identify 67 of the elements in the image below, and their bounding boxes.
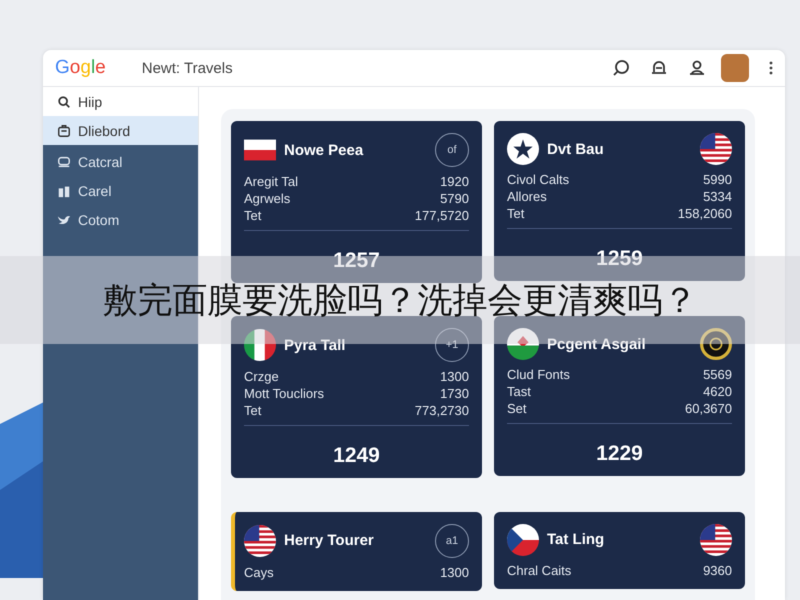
stat-value: 5569 xyxy=(703,366,732,384)
sidebar-item[interactable]: Dliebord xyxy=(43,116,198,145)
stat-label: Crzge xyxy=(244,368,279,386)
search-icon xyxy=(57,94,71,108)
flag-icon xyxy=(244,524,276,557)
sidebar-item[interactable]: Carel xyxy=(43,176,198,205)
flag-icon xyxy=(700,133,732,165)
stat-label: Aregit Tal xyxy=(244,173,298,190)
count-badge: a1 xyxy=(435,524,469,558)
stat-value: 158,2060 xyxy=(678,205,732,222)
flag-icon xyxy=(507,328,539,360)
stat-label: Tet xyxy=(507,205,524,222)
page-title: Newt: Travels xyxy=(142,60,233,76)
stat-value: 5790 xyxy=(440,190,469,207)
card-title: Dvt Bau xyxy=(547,140,605,158)
briefcase-icon xyxy=(57,124,71,138)
emblem-icon xyxy=(700,328,732,360)
stat-label: Chral Caits xyxy=(507,562,572,579)
buildings-icon xyxy=(57,184,71,198)
card-total: 1249 xyxy=(332,444,381,468)
stat-label: Clud Fonts xyxy=(507,366,570,384)
stat-label: Cays xyxy=(244,564,274,581)
stat-label: Tet xyxy=(244,402,262,420)
stat-label: Agrwels xyxy=(244,190,290,207)
logo[interactable]: Gogle xyxy=(55,57,106,79)
sidebar-item[interactable]: Hiip xyxy=(43,87,198,116)
stat-value: 5990 xyxy=(703,171,732,188)
card-title: Pyra Tall xyxy=(284,336,346,354)
team-card[interactable]: Nowe Peea of Aregit Tal 1920 Agrwels 5790 Tet 177,5720 1257 xyxy=(231,121,482,283)
card-title: Herry Tourer xyxy=(284,532,375,550)
stat-value: 9360 xyxy=(703,562,732,579)
stat-label: Civol Calts xyxy=(507,171,570,188)
stack-icon xyxy=(57,154,71,168)
stat-value: 773,2730 xyxy=(414,402,469,420)
flag-icon xyxy=(244,329,276,362)
stat-label: Allores xyxy=(507,188,547,205)
stat-value: 177,5720 xyxy=(414,207,469,224)
stat-value: 1730 xyxy=(440,385,469,402)
stat-label: Tast xyxy=(507,383,531,400)
team-card[interactable]: Pcgent Asgail Clud Fonts 5569 Tast 4620 Set 60,3670 1229 xyxy=(494,316,745,476)
card-title: Nowe Peea xyxy=(284,142,364,158)
flag-icon xyxy=(244,138,276,162)
flag-icon xyxy=(507,524,539,556)
avatar[interactable] xyxy=(721,54,749,82)
team-card[interactable]: Herry Tourer a1 Cays 1300 xyxy=(231,512,482,591)
card-total: 1257 xyxy=(332,249,381,273)
stat-label: Set xyxy=(507,400,527,418)
stat-value: 60,3670 xyxy=(685,400,732,418)
stat-value: 5334 xyxy=(703,188,732,205)
star-emblem-icon xyxy=(507,133,539,165)
stat-value: 4620 xyxy=(703,383,732,400)
stat-value: 1300 xyxy=(440,564,469,581)
card-total: 1229 xyxy=(595,442,644,466)
stat-value: 1920 xyxy=(440,173,469,190)
user-icon[interactable] xyxy=(687,58,707,78)
chat-icon[interactable] xyxy=(611,58,631,78)
team-card[interactable]: Tat Ling Chral Caits 9360 xyxy=(494,512,745,589)
stat-value: 1300 xyxy=(440,368,469,386)
more-menu-icon[interactable] xyxy=(769,61,773,75)
stat-label: Tet xyxy=(244,207,262,224)
flag-icon xyxy=(700,524,732,556)
sidebar-item[interactable]: Cotom xyxy=(43,205,198,234)
card-title: Pcgent Asgail xyxy=(547,336,647,353)
count-badge: of xyxy=(435,133,469,167)
stat-label: Mott Toucliors xyxy=(244,385,324,402)
card-title: Tat Ling xyxy=(547,531,606,548)
sidebar-item[interactable]: Catcral xyxy=(43,147,198,176)
